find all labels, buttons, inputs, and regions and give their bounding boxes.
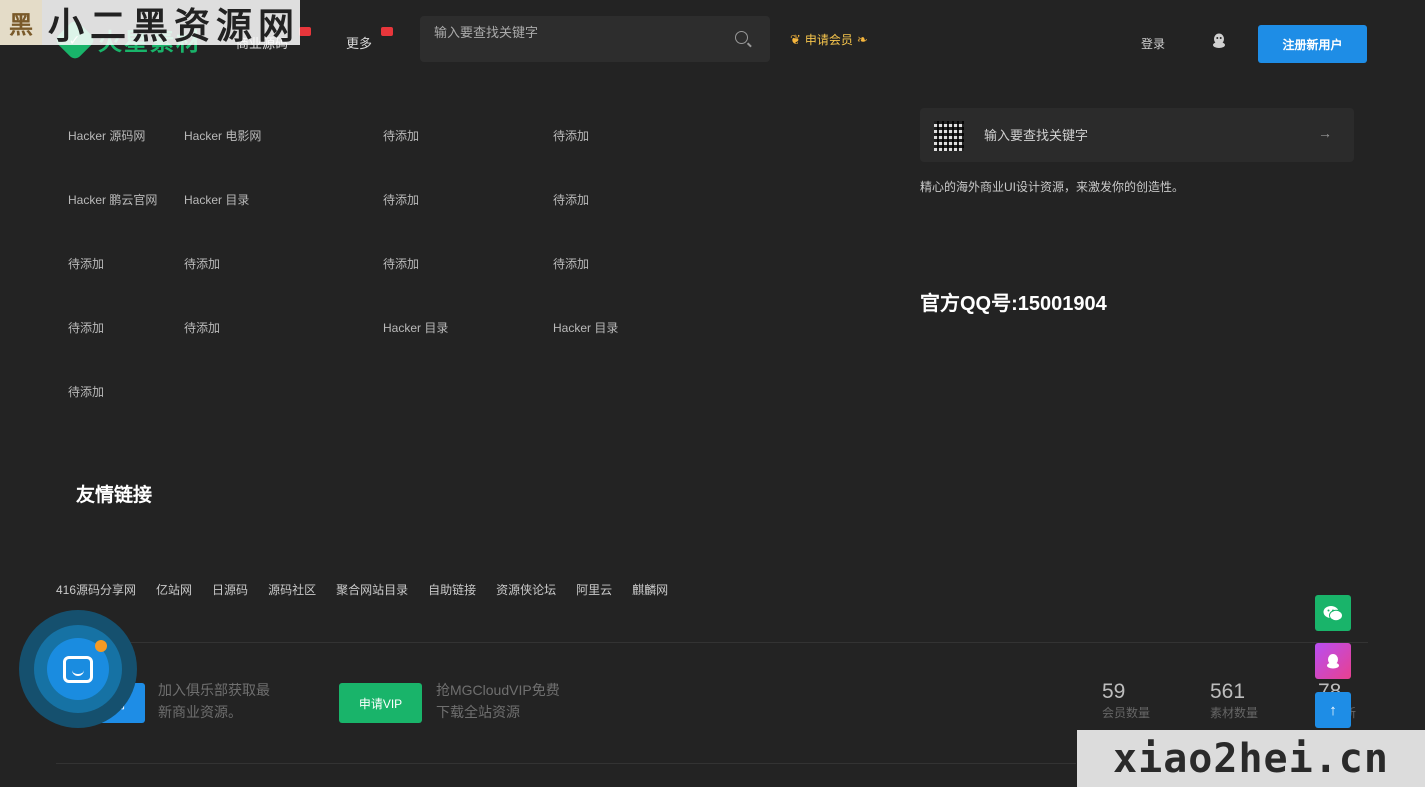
header-search[interactable]: 输入要查找关键字 (420, 16, 770, 62)
grid-link[interactable]: 待添加 (184, 319, 220, 336)
friend-links-title: 友情链接 (76, 485, 153, 506)
friend-link[interactable]: 亿站网 (156, 581, 192, 598)
section-header-faded (90, 74, 150, 80)
qq-icon (1327, 653, 1339, 668)
grid-link[interactable]: 待添加 (68, 383, 104, 400)
friend-link[interactable]: 麒麟网 (632, 581, 668, 598)
grid-link[interactable]: Hacker 电影网 (184, 127, 261, 144)
arrow-right-icon[interactable]: → (1318, 125, 1332, 141)
grid-link[interactable]: 待添加 (383, 127, 419, 144)
stat-value: 561 (1210, 680, 1246, 703)
wechat-button[interactable] (1315, 595, 1351, 631)
friend-link[interactable]: 源码社区 (268, 581, 316, 598)
friend-links-list: 416源码分享网 亿站网 日源码 源码社区 聚合网站目录 自助链接 资源侠论坛 … (56, 581, 668, 598)
arrow-up-icon: ↑ (1329, 701, 1337, 719)
grid-link[interactable]: 待添加 (383, 191, 419, 208)
grid-link[interactable]: 待添加 (553, 191, 589, 208)
grid-link[interactable]: 待添加 (383, 255, 419, 272)
watermark-top: 黑 小二黑资源网 (0, 0, 300, 47)
watermark-logo-icon: 黑 (0, 0, 42, 45)
login-link[interactable]: 登录 (1141, 35, 1165, 52)
stat-materials: 561 素材数量 (1210, 680, 1258, 721)
apply-vip-button[interactable]: 申请VIP (339, 683, 422, 723)
stat-members: 59 会员数量 (1102, 680, 1150, 721)
wechat-icon (1323, 605, 1343, 621)
stat-value: 59 (1102, 680, 1126, 703)
register-button[interactable]: 注册新用户 (1258, 25, 1367, 63)
grid-link[interactable]: Hacker 源码网 (68, 127, 145, 144)
apply-vip-link[interactable]: ❦ 申请会员 ❧ (790, 31, 868, 48)
grid-link[interactable]: 待添加 (68, 255, 104, 272)
grid-link[interactable]: 待添加 (553, 255, 589, 272)
vip-promo-text: 抢MGCloudVIP免费下载全站资源 (436, 682, 560, 720)
search-icon[interactable] (735, 31, 748, 44)
stat-label: 会员数量 (1102, 706, 1151, 720)
new-badge-icon (299, 27, 311, 36)
divider (56, 763, 1076, 764)
watermark-text: 小二黑资源网 (47, 4, 300, 47)
notification-dot (95, 640, 107, 652)
stat-label: 素材数量 (1210, 706, 1259, 720)
qq-login-icon[interactable] (1212, 33, 1226, 49)
friend-link[interactable]: 416源码分享网 (56, 581, 136, 598)
friend-link[interactable]: 资源侠论坛 (496, 581, 556, 598)
nav-item-more[interactable]: 更多 (346, 33, 372, 52)
wing-left-icon: ❦ (790, 31, 801, 47)
divider (56, 642, 1368, 643)
vip-link-label: 申请会员 (804, 33, 853, 47)
nav-label: 更多 (346, 36, 373, 51)
chat-icon (63, 655, 93, 683)
wing-right-icon: ❧ (856, 31, 868, 47)
friend-link[interactable]: 聚合网站目录 (336, 581, 408, 598)
watermark-bottom: xiao2hei.cn (1077, 730, 1425, 787)
friend-link[interactable]: 自助链接 (428, 581, 476, 598)
new-badge-icon (381, 27, 393, 36)
grid-link[interactable]: Hacker 目录 (383, 319, 448, 336)
grid-link[interactable]: 待添加 (553, 127, 589, 144)
grid-link[interactable]: Hacker 鹏云官网 (68, 191, 157, 208)
friend-link[interactable]: 阿里云 (576, 581, 612, 598)
back-to-top-button[interactable]: ↑ (1315, 692, 1351, 728)
search-input[interactable]: 输入要查找关键字 (434, 22, 538, 41)
qr-code-icon (934, 121, 964, 151)
friend-link[interactable]: 日源码 (212, 581, 248, 598)
site-description: 精心的海外商业UI设计资源，来激发你的创造性。 (920, 180, 1185, 194)
grid-link[interactable]: 待添加 (184, 255, 220, 272)
scan-search-text: 输入要查找关键字 (984, 128, 1089, 143)
join-promo-text: 加入俱乐部获取最新商业资源。 (158, 682, 270, 720)
grid-link[interactable]: Hacker 目录 (553, 319, 618, 336)
scan-search-box[interactable]: 输入要查找关键字 → (920, 108, 1354, 162)
grid-link[interactable]: Hacker 目录 (184, 191, 249, 208)
qq-contact-button[interactable] (1315, 643, 1351, 679)
grid-link[interactable]: 待添加 (68, 319, 104, 336)
official-qq-number: 官方QQ号:15001904 (920, 293, 1107, 315)
